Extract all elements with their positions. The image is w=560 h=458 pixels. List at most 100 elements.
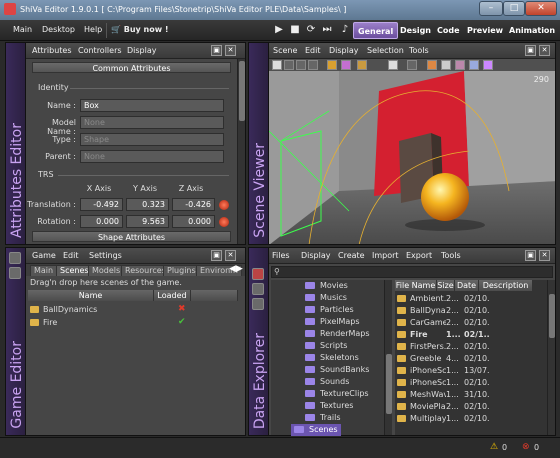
light-icon[interactable] bbox=[427, 60, 437, 70]
menu-settings[interactable]: Settings bbox=[89, 251, 122, 260]
brush-icon[interactable] bbox=[327, 60, 337, 70]
menu-files[interactable]: Files bbox=[272, 251, 290, 260]
common-attributes-header[interactable]: Common Attributes bbox=[32, 62, 231, 73]
step-icon[interactable]: ⏭ bbox=[320, 23, 334, 37]
column-name[interactable]: Name bbox=[28, 290, 154, 301]
tab-animation[interactable]: Animation bbox=[505, 22, 559, 39]
game-tool-icon[interactable] bbox=[9, 252, 21, 264]
menu-tools[interactable]: Tools bbox=[409, 46, 429, 55]
column-loaded[interactable]: Loaded bbox=[154, 290, 191, 301]
file-row[interactable]: BallDyna...2... 02/10... bbox=[397, 305, 532, 317]
panel-restore-icon[interactable]: ▣ bbox=[211, 250, 222, 261]
tab-general[interactable]: General bbox=[353, 22, 399, 39]
rotation-z-field[interactable]: 0.000 bbox=[172, 215, 215, 228]
move-tool-icon[interactable] bbox=[284, 60, 294, 70]
tree-item-scenes-selected[interactable]: Scenes bbox=[291, 424, 341, 436]
file-row[interactable]: MoviePla...2... 02/10... bbox=[397, 401, 532, 413]
reset-rotation-icon[interactable] bbox=[219, 217, 229, 227]
error-icon[interactable]: ⊗ bbox=[522, 442, 530, 452]
tree-item-movies[interactable]: Movies bbox=[305, 280, 348, 292]
tab-plugins[interactable]: Plugins bbox=[163, 265, 200, 276]
name-field[interactable]: Box bbox=[80, 99, 224, 112]
play-icon[interactable]: ▶ bbox=[272, 23, 286, 37]
light-sphere[interactable] bbox=[421, 173, 469, 221]
minimize-button[interactable]: – bbox=[479, 1, 503, 16]
column-size[interactable]: Size bbox=[437, 280, 455, 291]
file-row[interactable]: Greeble 4... 02/10... bbox=[397, 353, 532, 365]
reset-translation-icon[interactable] bbox=[219, 200, 229, 210]
menu-export[interactable]: Export bbox=[406, 251, 432, 260]
panel-close-icon[interactable]: ✕ bbox=[539, 45, 550, 56]
parent-field[interactable]: None bbox=[80, 150, 224, 163]
shape-attributes-header[interactable]: Shape Attributes bbox=[32, 231, 231, 242]
explorer-search-bar[interactable]: ⚲ bbox=[271, 266, 553, 278]
scale-tool-icon[interactable] bbox=[308, 60, 318, 70]
column-file-name[interactable]: File Name bbox=[395, 280, 437, 291]
tree-item-soundbanks[interactable]: SoundBanks bbox=[305, 364, 369, 376]
tree-item-musics[interactable]: Musics bbox=[305, 292, 347, 304]
menu-create[interactable]: Create bbox=[338, 251, 365, 260]
rotation-x-field[interactable]: 0.000 bbox=[80, 215, 123, 228]
attributes-scrollbar[interactable] bbox=[237, 59, 245, 244]
texture-icon[interactable] bbox=[455, 60, 465, 70]
column-date[interactable]: Date bbox=[455, 280, 479, 291]
warning-icon[interactable]: ⚠ bbox=[490, 442, 498, 452]
tab-code[interactable]: Code bbox=[433, 22, 464, 39]
render-icon[interactable] bbox=[469, 60, 479, 70]
table-row[interactable]: BallDynamics bbox=[30, 304, 240, 316]
file-row[interactable]: FirstPers...2... 02/10... bbox=[397, 341, 532, 353]
panel-restore-icon[interactable]: ▣ bbox=[525, 250, 536, 261]
grid-icon[interactable] bbox=[441, 60, 451, 70]
scroll-thumb[interactable] bbox=[549, 294, 555, 338]
scroll-thumb[interactable] bbox=[386, 354, 392, 414]
model-name-field[interactable]: None bbox=[80, 116, 224, 129]
filter-icon[interactable] bbox=[252, 268, 264, 280]
file-row[interactable]: iPhoneSc...1... 02/10... bbox=[397, 377, 532, 389]
restart-icon[interactable]: ⟳ bbox=[304, 23, 318, 37]
menu-edit[interactable]: Edit bbox=[305, 46, 321, 55]
camera-icon[interactable] bbox=[407, 60, 417, 70]
translation-z-field[interactable]: -0.426 bbox=[172, 198, 215, 211]
tab-scroll-arrows-icon[interactable]: ◀▶ bbox=[229, 264, 243, 274]
menu-display[interactable]: Display bbox=[127, 46, 157, 55]
file-row[interactable]: Multiplay...1... 02/10... bbox=[397, 413, 532, 425]
menu-display[interactable]: Display bbox=[329, 46, 359, 55]
menu-attributes[interactable]: Attributes bbox=[32, 46, 72, 55]
tab-design[interactable]: Design bbox=[396, 22, 435, 39]
panel-restore-icon[interactable]: ▣ bbox=[525, 45, 536, 56]
menu-controllers[interactable]: Controllers bbox=[78, 46, 122, 55]
file-row[interactable]: Ambient...2... 02/10... bbox=[397, 293, 532, 305]
paint-icon[interactable] bbox=[341, 60, 351, 70]
menu-main[interactable]: Main bbox=[13, 25, 32, 34]
snap-icon[interactable] bbox=[388, 60, 398, 70]
stop-icon[interactable]: ■ bbox=[288, 23, 302, 37]
tree-item-trails[interactable]: Trails bbox=[305, 412, 341, 424]
3d-viewport[interactable]: 290 bbox=[269, 71, 555, 244]
panel-restore-icon[interactable]: ▣ bbox=[211, 45, 222, 56]
tree-scrollbar[interactable] bbox=[384, 280, 392, 435]
translation-y-field[interactable]: 0.323 bbox=[126, 198, 169, 211]
file-row[interactable]: MeshWave1... 31/10... bbox=[397, 389, 532, 401]
menu-game[interactable]: Game bbox=[32, 251, 56, 260]
view-icon[interactable] bbox=[252, 283, 264, 295]
tab-preview[interactable]: Preview bbox=[463, 22, 507, 39]
tree-item-sounds[interactable]: Sounds bbox=[305, 376, 349, 388]
menu-display[interactable]: Display bbox=[301, 251, 331, 260]
gear-icon[interactable] bbox=[483, 60, 493, 70]
tab-main[interactable]: Main bbox=[30, 265, 58, 276]
tree-item-skeletons[interactable]: Skeletons bbox=[305, 352, 359, 364]
rotate-tool-icon[interactable] bbox=[296, 60, 306, 70]
tree-item-scripts[interactable]: Scripts bbox=[305, 340, 347, 352]
tree-item-pixelmaps[interactable]: PixelMaps bbox=[305, 316, 360, 328]
music-note-icon[interactable]: ♪ bbox=[338, 23, 352, 37]
tree-item-textures[interactable]: Textures bbox=[305, 400, 353, 412]
panel-close-icon[interactable]: ✕ bbox=[539, 250, 550, 261]
menu-import[interactable]: Import bbox=[372, 251, 399, 260]
tree-item-particles[interactable]: Particles bbox=[305, 304, 354, 316]
menu-help[interactable]: Help bbox=[84, 25, 102, 34]
tab-models[interactable]: Models bbox=[88, 265, 125, 276]
view-icon[interactable] bbox=[252, 298, 264, 310]
path-icon[interactable] bbox=[357, 60, 367, 70]
maximize-button[interactable]: □ bbox=[503, 1, 525, 16]
translation-x-field[interactable]: -0.492 bbox=[80, 198, 123, 211]
